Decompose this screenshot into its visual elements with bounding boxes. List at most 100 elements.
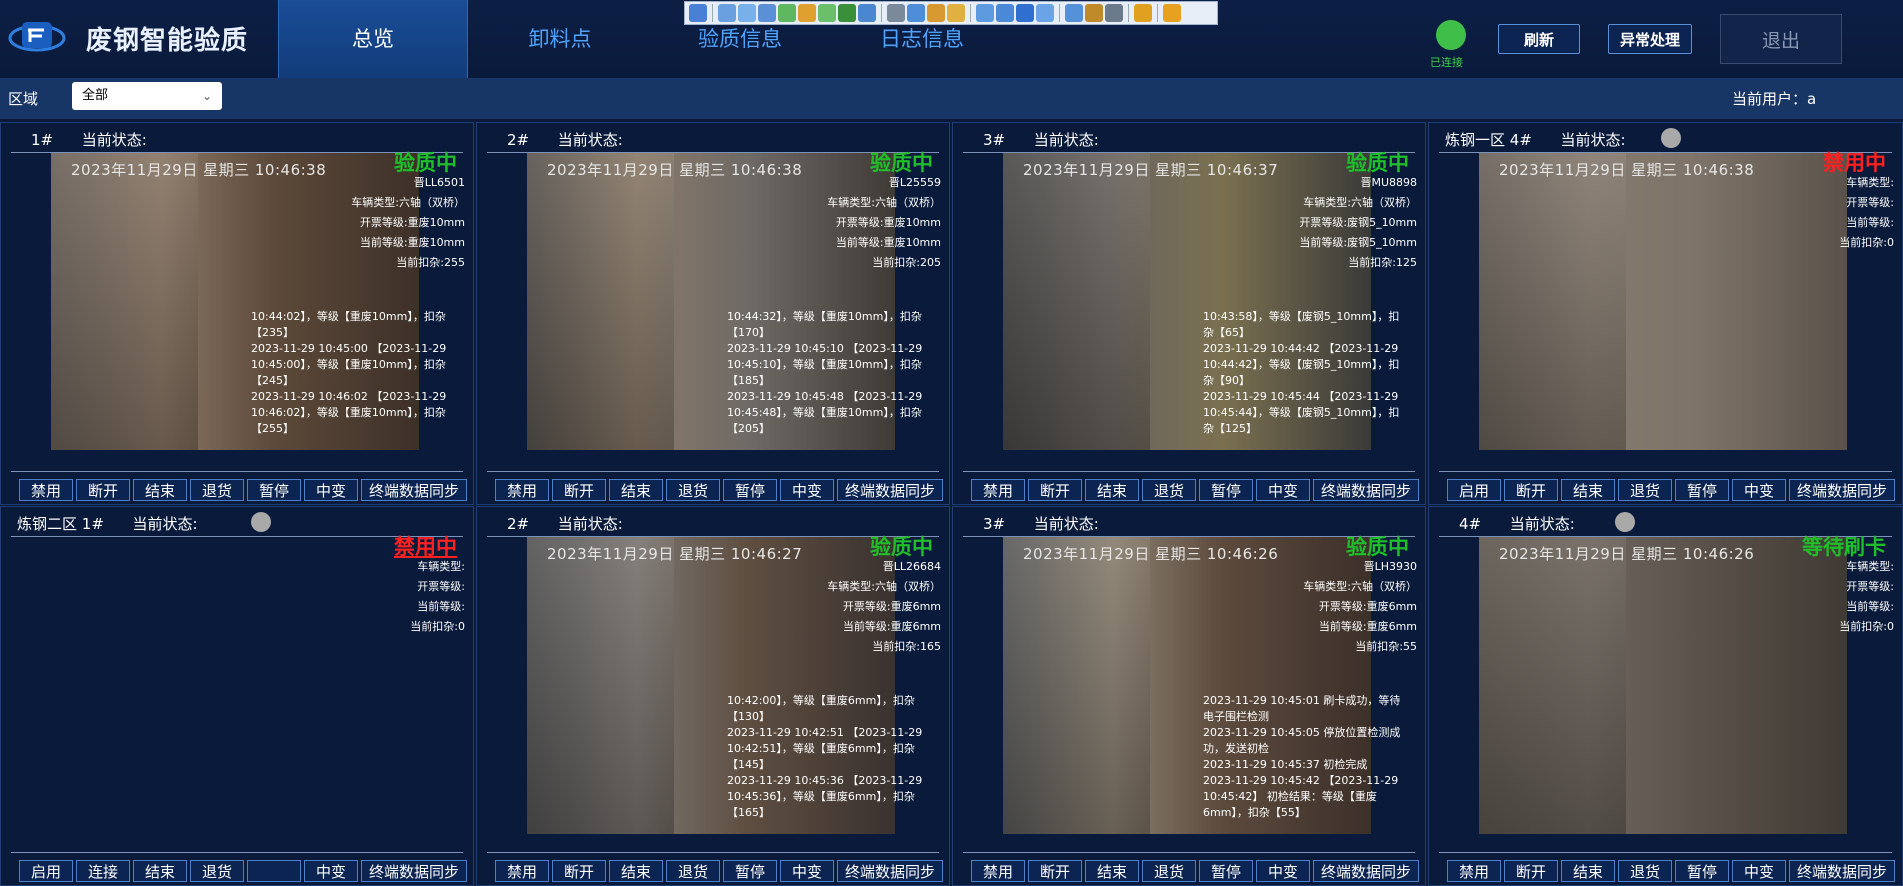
- panel-button[interactable]: 终端数据同步: [837, 860, 943, 882]
- tile-icon[interactable]: [1016, 4, 1034, 22]
- screen-icon[interactable]: [738, 4, 756, 22]
- panel-button[interactable]: 中变: [304, 860, 358, 882]
- panel-button[interactable]: 中变: [1732, 860, 1786, 882]
- panel-button[interactable]: 终端数据同步: [1789, 479, 1895, 501]
- panel-button[interactable]: 退货: [1618, 479, 1672, 501]
- pin-icon[interactable]: [689, 4, 707, 22]
- panel-button[interactable]: 退货: [666, 479, 720, 501]
- tab-unload-points[interactable]: 卸料点: [500, 0, 620, 78]
- refresh-button[interactable]: 刷新: [1498, 24, 1580, 54]
- panel-button[interactable]: 断开: [1028, 479, 1082, 501]
- panel-button[interactable]: 中变: [1732, 479, 1786, 501]
- panel-button[interactable]: 暂停: [723, 479, 777, 501]
- panel-button[interactable]: 启用: [1447, 479, 1501, 501]
- fullscreen-icon[interactable]: [976, 4, 994, 22]
- current-deduct: 当前扣杂:165: [872, 640, 941, 653]
- invoice-grade: 开票等级:: [1846, 580, 1894, 593]
- mic-icon[interactable]: [907, 4, 925, 22]
- panel-button[interactable]: 终端数据同步: [837, 479, 943, 501]
- current-grade: 当前等级:重废6mm: [842, 620, 941, 633]
- camera-feed[interactable]: 2023年11月29日 星期三 10:46:38: [1479, 153, 1847, 450]
- panel-button[interactable]: [247, 860, 301, 882]
- panel-button[interactable]: 连接: [76, 860, 130, 882]
- tab-overview[interactable]: 总览: [278, 0, 468, 78]
- panel-button[interactable]: 终端数据同步: [361, 479, 467, 501]
- refresh-tool-icon[interactable]: [778, 4, 796, 22]
- panel-button[interactable]: 终端数据同步: [361, 860, 467, 882]
- panel-button[interactable]: 禁用: [495, 860, 549, 882]
- logout-button[interactable]: 退出: [1720, 14, 1842, 64]
- panel-button[interactable]: 禁用: [1447, 860, 1501, 882]
- camera-panel: 4# 当前状态: 2023年11月29日 星期三 10:46:26 等待刷卡 车…: [1428, 506, 1903, 886]
- panel-button[interactable]: 中变: [780, 479, 834, 501]
- panel-button[interactable]: 暂停: [1199, 479, 1253, 501]
- window-icon[interactable]: [718, 4, 736, 22]
- camera-feed-shade: [527, 537, 675, 834]
- settings-icon[interactable]: [1085, 4, 1103, 22]
- panel-button[interactable]: 禁用: [971, 860, 1025, 882]
- panel-button[interactable]: 中变: [1256, 860, 1310, 882]
- panel-button[interactable]: 断开: [1504, 860, 1558, 882]
- panel-button[interactable]: 终端数据同步: [1313, 860, 1419, 882]
- panel-button[interactable]: 退货: [1142, 860, 1196, 882]
- message-icon[interactable]: [858, 4, 876, 22]
- panel-button[interactable]: 断开: [76, 479, 130, 501]
- panel-button[interactable]: 中变: [780, 860, 834, 882]
- panel-button[interactable]: 断开: [1504, 479, 1558, 501]
- panel-button[interactable]: 暂停: [247, 479, 301, 501]
- connection-status-icon: [1436, 20, 1466, 50]
- camera-feed[interactable]: 2023年11月29日 星期三 10:46:26: [1479, 537, 1847, 834]
- panel-button[interactable]: 中变: [304, 479, 358, 501]
- user-icon[interactable]: [887, 4, 905, 22]
- panel-button[interactable]: 终端数据同步: [1789, 860, 1895, 882]
- vehicle-info: 晋LL26684 车辆类型:六轴（双桥） 开票等级:重废6mm 当前等级:重废6…: [827, 557, 941, 657]
- panel-bottom-divider: [1439, 471, 1892, 472]
- panel-button[interactable]: 中变: [1256, 479, 1310, 501]
- panel-button[interactable]: 断开: [1028, 860, 1082, 882]
- panel-button[interactable]: 退货: [1618, 860, 1672, 882]
- panel-button[interactable]: 禁用: [19, 479, 73, 501]
- panel-button[interactable]: 退货: [190, 479, 244, 501]
- phone-icon[interactable]: [838, 4, 856, 22]
- panel-button[interactable]: 暂停: [723, 860, 777, 882]
- panel-button[interactable]: 终端数据同步: [1313, 479, 1419, 501]
- panel-button[interactable]: 结束: [1085, 860, 1139, 882]
- panel-button[interactable]: 结束: [1561, 479, 1615, 501]
- keyboard-icon[interactable]: [1065, 4, 1083, 22]
- panel-button[interactable]: 启用: [19, 860, 73, 882]
- grid-icon[interactable]: [1036, 4, 1054, 22]
- current-deduct: 当前扣杂:0: [1839, 236, 1894, 249]
- panel-current-status-label: 当前状态:: [557, 131, 623, 149]
- tools-icon[interactable]: [1105, 4, 1123, 22]
- minimize-icon[interactable]: [1134, 4, 1152, 22]
- exception-handling-button[interactable]: 异常处理: [1608, 24, 1692, 54]
- panel-button[interactable]: 结束: [609, 860, 663, 882]
- panel-button[interactable]: 结束: [609, 479, 663, 501]
- camera-icon[interactable]: [927, 4, 945, 22]
- chevron-down-icon: ⌄: [201, 89, 212, 103]
- panel-button[interactable]: 退货: [1142, 479, 1196, 501]
- panel-button[interactable]: 暂停: [1199, 860, 1253, 882]
- image-icon[interactable]: [758, 4, 776, 22]
- area-select-value: 全部: [82, 88, 109, 103]
- panel-button[interactable]: 暂停: [1675, 860, 1729, 882]
- chat-icon[interactable]: [798, 4, 816, 22]
- panel-button[interactable]: 禁用: [495, 479, 549, 501]
- panel-button[interactable]: 退货: [666, 860, 720, 882]
- panel-button[interactable]: 断开: [552, 860, 606, 882]
- share-icon[interactable]: [818, 4, 836, 22]
- panel-button[interactable]: 结束: [1561, 860, 1615, 882]
- folder-icon[interactable]: [947, 4, 965, 22]
- panel-button[interactable]: 暂停: [1675, 479, 1729, 501]
- area-select[interactable]: 全部 ⌄: [72, 82, 222, 110]
- panel-button[interactable]: 结束: [1085, 479, 1139, 501]
- close-toolbar-icon[interactable]: [1163, 4, 1181, 22]
- panel-button[interactable]: 禁用: [971, 479, 1025, 501]
- status-indicator-icon: [251, 512, 271, 532]
- panel-button[interactable]: 退货: [190, 860, 244, 882]
- camera-panel: 炼钢一区 4# 当前状态: 2023年11月29日 星期三 10:46:38 禁…: [1428, 122, 1903, 505]
- panel-button[interactable]: 结束: [133, 860, 187, 882]
- panel-button[interactable]: 结束: [133, 479, 187, 501]
- fit-icon[interactable]: [996, 4, 1014, 22]
- panel-button[interactable]: 断开: [552, 479, 606, 501]
